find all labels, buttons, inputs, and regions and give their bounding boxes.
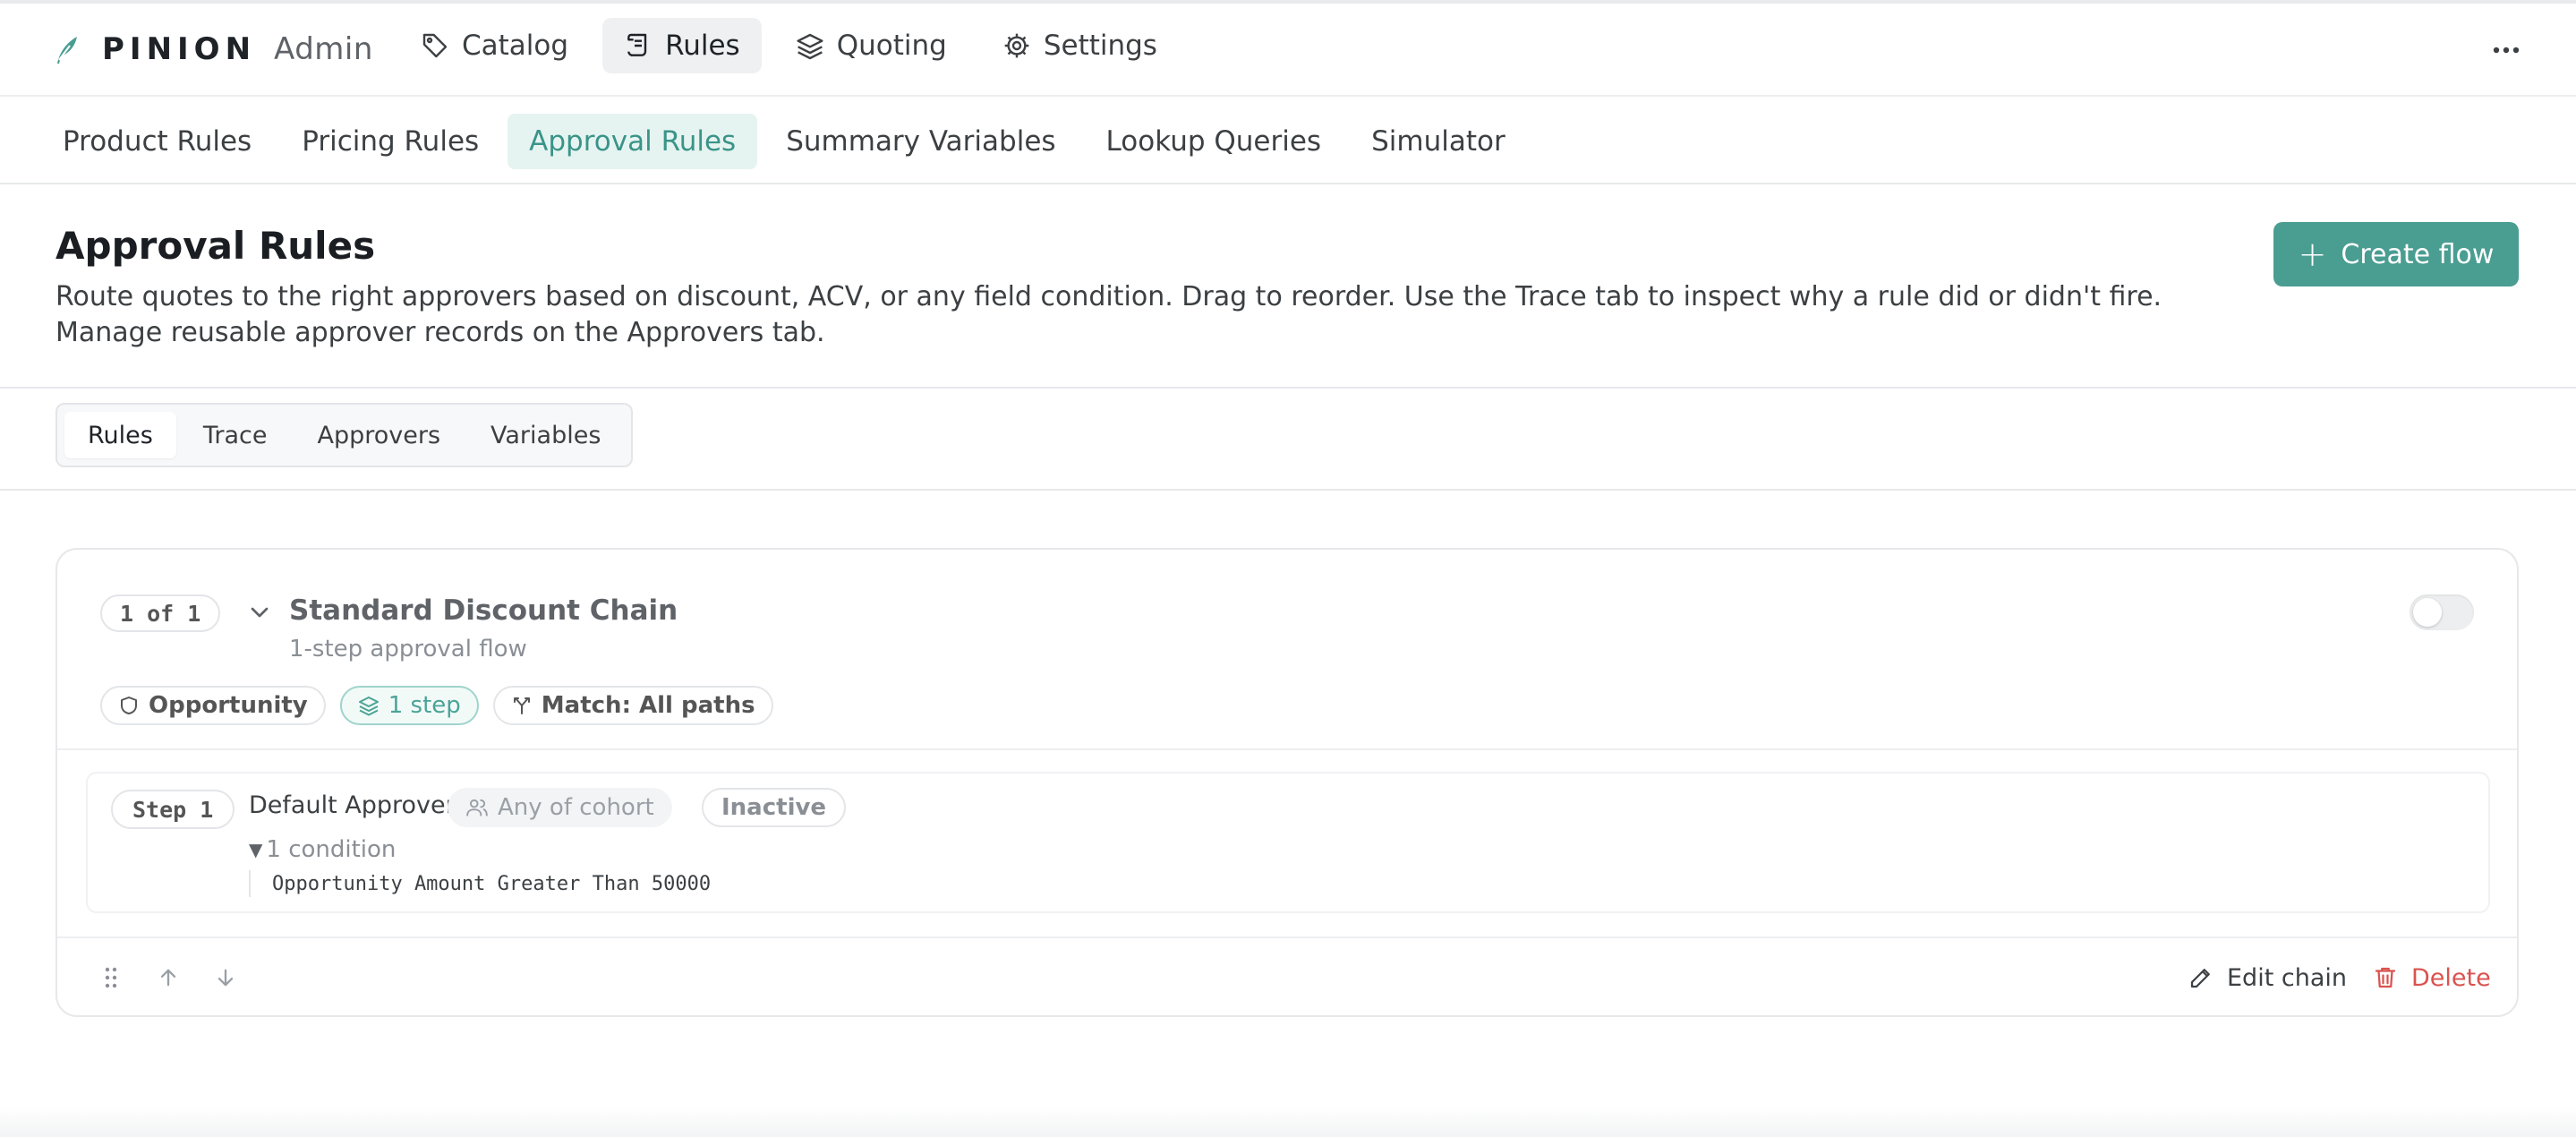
brand-name: PINION [102,31,257,67]
nav-item-label: Settings [1043,30,1157,62]
rules-subnav: Product Rules Pricing Rules Approval Rul… [0,97,2576,184]
pencil-icon [2190,969,2210,988]
condition-expression: Opportunity Amount Greater Than 50000 [249,870,711,897]
move-up-button[interactable] [152,962,184,994]
triangle-down-icon: ▼ [249,839,263,860]
approval-chain-card: 1 of 1 Standard Discount Chain 1-step ap… [55,548,2519,1017]
chain-badges: Opportunity 1 step Match: All paths [100,686,773,725]
divider [0,489,2576,491]
delete-chain-label: Delete [2411,963,2491,992]
users-icon [466,799,488,816]
feather-logo-icon [57,37,77,64]
approval-mode-label: Any of cohort [498,794,654,821]
gear-icon [1004,33,1029,58]
create-flow-label: Create flow [2341,238,2495,270]
drag-handle-icon[interactable] [95,962,127,994]
arrow-up-icon [160,969,176,987]
page-description: Route quotes to the right approvers base… [55,281,2162,348]
step-number-badge: Step 1 [111,790,235,829]
chain-enabled-toggle[interactable] [2410,594,2474,630]
layers-icon [358,697,379,716]
object-badge-label: Opportunity [149,692,308,719]
scroll-icon [627,33,647,56]
top-nav: PINION Admin Catalog Rules Quoting Setti… [0,4,2576,97]
steps-badge-label: 1 step [388,692,461,719]
chain-position-badge: 1 of 1 [100,594,221,632]
match-badge: Match: All paths [492,686,773,725]
plus-icon: + [2298,235,2327,274]
step-row: Step 1 Default Approver Any of cohort In… [86,772,2490,913]
tab-trace[interactable]: Trace [180,412,291,458]
tab-rules[interactable]: Rules [64,412,176,458]
nav-item-label: Quoting [836,30,947,62]
arrow-down-icon [218,969,234,987]
match-badge-label: Match: All paths [541,692,755,719]
page-title: Approval Rules [55,224,376,268]
approval-mode-chip: Any of cohort [448,788,672,827]
tab-pricing-rules[interactable]: Pricing Rules [280,114,500,169]
tab-approval-rules[interactable]: Approval Rules [508,114,758,169]
tab-variables[interactable]: Variables [467,412,624,458]
more-menu-button[interactable] [2486,32,2526,68]
edit-chain-button[interactable]: Edit chain [2188,956,2347,999]
conditions-count: 1 condition [266,836,397,863]
divider [57,748,2517,750]
nav-item-catalog[interactable]: Catalog [399,18,590,73]
shield-icon [121,697,137,714]
chain-title[interactable]: Standard Discount Chain [289,594,678,627]
nav-item-label: Rules [665,30,740,62]
delete-chain-button[interactable]: Delete [2372,956,2491,999]
step-approver-name: Default Approver [249,791,456,819]
trash-icon [2375,967,2396,988]
move-down-button[interactable] [209,962,242,994]
tag-icon [422,33,448,58]
steps-badge: 1 step [339,686,479,725]
nav-item-quoting[interactable]: Quoting [774,18,968,73]
brand-subtitle: Admin [274,31,373,67]
nav-item-label: Catalog [462,30,569,62]
tab-simulator[interactable]: Simulator [1350,114,1527,169]
split-icon [513,697,530,714]
object-badge: Opportunity [100,686,326,725]
brand[interactable]: PINION Admin [52,27,373,72]
layers-icon [797,33,823,60]
create-flow-button[interactable]: + Create flow [2273,222,2519,286]
approval-view-tabs: Rules Trace Approvers Variables [55,403,634,467]
tab-summary-variables[interactable]: Summary Variables [764,114,1077,169]
chevron-down-icon[interactable] [245,598,274,627]
main-nav: Catalog Rules Quoting Settings [399,18,1179,73]
tab-product-rules[interactable]: Product Rules [41,114,273,169]
edit-chain-label: Edit chain [2227,963,2347,992]
nav-item-rules[interactable]: Rules [602,18,762,73]
more-horizontal-icon [2493,47,2520,54]
chain-subtitle: 1-step approval flow [289,636,527,663]
step-status-badge: Inactive [702,788,847,827]
conditions-toggle[interactable]: ▼ 1 condition [249,836,396,863]
nav-item-settings[interactable]: Settings [981,18,1179,73]
window-bottom-edge [0,1107,2576,1137]
divider [0,387,2576,389]
toggle-knob [2413,598,2442,627]
reorder-controls [95,962,242,994]
divider [57,936,2517,938]
tab-lookup-queries[interactable]: Lookup Queries [1085,114,1343,169]
tab-approvers[interactable]: Approvers [294,412,464,458]
